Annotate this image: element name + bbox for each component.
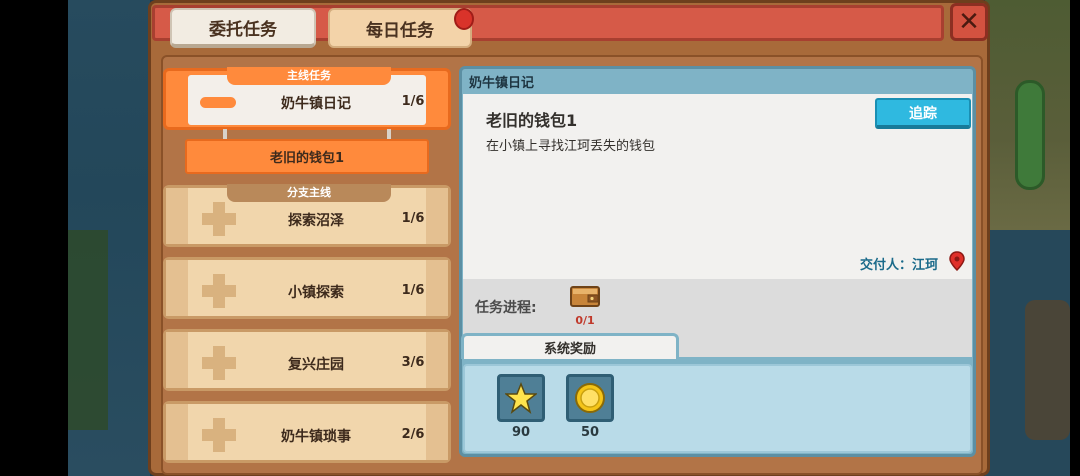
quest-title: 老旧的钱包1 bbox=[486, 111, 578, 130]
game-world-left bbox=[0, 0, 150, 476]
reward-amount: 90 bbox=[511, 425, 531, 440]
quest-giver: 交付人：江珂 bbox=[860, 258, 939, 273]
notification-dot bbox=[454, 8, 474, 30]
reward-amount: 50 bbox=[580, 425, 600, 440]
connector bbox=[387, 129, 391, 139]
category-tag-main: 主线任务 bbox=[227, 67, 391, 85]
track-button[interactable]: 追踪 bbox=[875, 98, 971, 129]
tree bbox=[1015, 80, 1045, 190]
category-tag-branch: 分支主线 bbox=[227, 184, 391, 202]
shore-area bbox=[68, 230, 108, 430]
wallet-icon bbox=[570, 286, 600, 307]
quest-item-explore-swamp[interactable]: 分支主线 探索沼泽 1/6 bbox=[163, 184, 451, 247]
close-button[interactable]: ✕ bbox=[950, 3, 988, 41]
quest-name: 奶牛镇日记 bbox=[281, 96, 351, 112]
reward-tab[interactable]: 系统奖励 bbox=[461, 333, 679, 359]
quest-name: 奶牛镇琐事 bbox=[281, 429, 351, 445]
tab-daily-quests[interactable]: 每日任务 bbox=[328, 8, 472, 48]
connector bbox=[223, 129, 227, 139]
star-icon bbox=[505, 382, 537, 414]
sub-quest-old-wallet[interactable]: 老旧的钱包1 bbox=[185, 139, 429, 174]
game-world-right bbox=[985, 0, 1080, 476]
quest-item-town-chores[interactable]: 奶牛镇琐事 2/6 bbox=[163, 401, 451, 463]
quest-progress: 1/6 bbox=[401, 283, 425, 298]
coin-icon bbox=[575, 383, 605, 413]
quest-name: 小镇探索 bbox=[288, 285, 344, 301]
close-icon: ✕ bbox=[958, 7, 980, 37]
quest-item-town-explore[interactable]: 小镇探索 1/6 bbox=[163, 257, 451, 319]
quest-name: 探索沼泽 bbox=[288, 213, 344, 229]
quest-progress: 1/6 bbox=[401, 211, 425, 226]
quest-description: 在小镇上寻找江珂丢失的钱包 bbox=[486, 139, 656, 154]
progress-count: 0/1 bbox=[575, 314, 595, 327]
bush bbox=[1025, 300, 1070, 440]
reward-slot-coin[interactable] bbox=[566, 374, 614, 422]
tab-entrust-quests[interactable]: 委托任务 bbox=[170, 8, 316, 48]
detail-header: 奶牛镇日记 bbox=[469, 76, 535, 91]
quest-item-cow-town-diary[interactable]: 主线任务 奶牛镇日记 1/6 bbox=[163, 67, 451, 130]
quest-progress: 3/6 bbox=[401, 355, 425, 370]
reward-slot-star[interactable] bbox=[497, 374, 545, 422]
quest-progress: 2/6 bbox=[401, 427, 425, 442]
location-pin-icon[interactable] bbox=[948, 251, 966, 271]
progress-label: 任务进程: bbox=[475, 300, 537, 316]
quest-item-revive-farm[interactable]: 复兴庄园 3/6 bbox=[163, 329, 451, 391]
quest-progress: 1/6 bbox=[401, 94, 425, 109]
quest-name: 复兴庄园 bbox=[288, 357, 344, 373]
